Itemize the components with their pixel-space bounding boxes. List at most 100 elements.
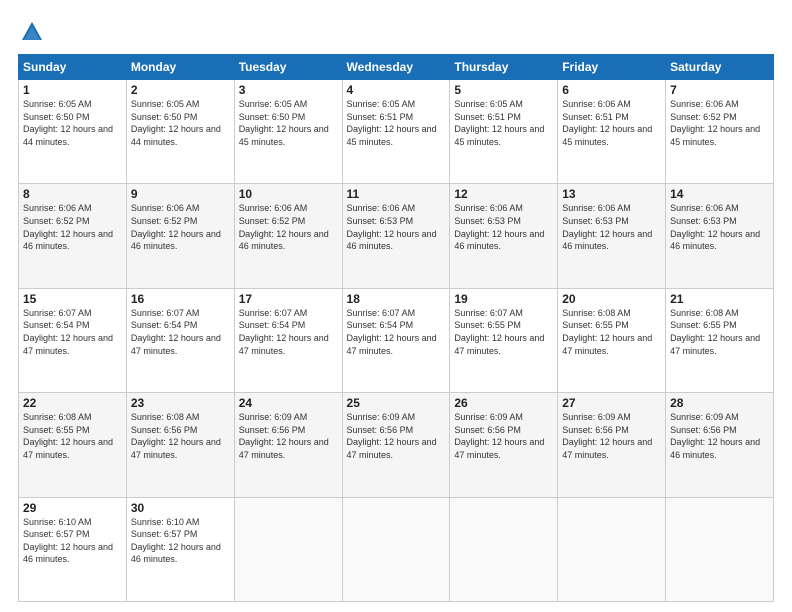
day-detail: Sunrise: 6:08 AMSunset: 6:55 PMDaylight:… <box>562 307 661 357</box>
day-number: 6 <box>562 83 661 97</box>
day-number: 5 <box>454 83 553 97</box>
header <box>18 18 774 46</box>
calendar-week-row: 15Sunrise: 6:07 AMSunset: 6:54 PMDayligh… <box>19 288 774 392</box>
calendar-cell <box>234 497 342 601</box>
day-detail: Sunrise: 6:05 AMSunset: 6:50 PMDaylight:… <box>239 98 338 148</box>
calendar-cell: 29Sunrise: 6:10 AMSunset: 6:57 PMDayligh… <box>19 497 127 601</box>
calendar-header-sunday: Sunday <box>19 55 127 80</box>
calendar-week-row: 1Sunrise: 6:05 AMSunset: 6:50 PMDaylight… <box>19 80 774 184</box>
logo <box>18 18 50 46</box>
calendar-cell: 13Sunrise: 6:06 AMSunset: 6:53 PMDayligh… <box>558 184 666 288</box>
calendar-cell: 1Sunrise: 6:05 AMSunset: 6:50 PMDaylight… <box>19 80 127 184</box>
calendar-cell: 26Sunrise: 6:09 AMSunset: 6:56 PMDayligh… <box>450 393 558 497</box>
day-number: 11 <box>347 187 446 201</box>
day-number: 28 <box>670 396 769 410</box>
calendar-header-thursday: Thursday <box>450 55 558 80</box>
calendar-cell: 9Sunrise: 6:06 AMSunset: 6:52 PMDaylight… <box>126 184 234 288</box>
day-number: 23 <box>131 396 230 410</box>
calendar-header-saturday: Saturday <box>666 55 774 80</box>
day-detail: Sunrise: 6:08 AMSunset: 6:55 PMDaylight:… <box>670 307 769 357</box>
day-detail: Sunrise: 6:05 AMSunset: 6:50 PMDaylight:… <box>131 98 230 148</box>
calendar-cell: 6Sunrise: 6:06 AMSunset: 6:51 PMDaylight… <box>558 80 666 184</box>
day-number: 10 <box>239 187 338 201</box>
calendar-cell <box>450 497 558 601</box>
page: SundayMondayTuesdayWednesdayThursdayFrid… <box>0 0 792 612</box>
calendar-cell: 16Sunrise: 6:07 AMSunset: 6:54 PMDayligh… <box>126 288 234 392</box>
calendar-week-row: 22Sunrise: 6:08 AMSunset: 6:55 PMDayligh… <box>19 393 774 497</box>
day-detail: Sunrise: 6:07 AMSunset: 6:54 PMDaylight:… <box>347 307 446 357</box>
calendar-header-friday: Friday <box>558 55 666 80</box>
day-number: 20 <box>562 292 661 306</box>
day-detail: Sunrise: 6:10 AMSunset: 6:57 PMDaylight:… <box>23 516 122 566</box>
day-number: 3 <box>239 83 338 97</box>
calendar-cell: 4Sunrise: 6:05 AMSunset: 6:51 PMDaylight… <box>342 80 450 184</box>
day-number: 21 <box>670 292 769 306</box>
day-number: 9 <box>131 187 230 201</box>
calendar-cell: 20Sunrise: 6:08 AMSunset: 6:55 PMDayligh… <box>558 288 666 392</box>
day-number: 14 <box>670 187 769 201</box>
calendar-cell: 12Sunrise: 6:06 AMSunset: 6:53 PMDayligh… <box>450 184 558 288</box>
calendar-cell: 7Sunrise: 6:06 AMSunset: 6:52 PMDaylight… <box>666 80 774 184</box>
day-detail: Sunrise: 6:06 AMSunset: 6:51 PMDaylight:… <box>562 98 661 148</box>
day-number: 30 <box>131 501 230 515</box>
day-detail: Sunrise: 6:07 AMSunset: 6:55 PMDaylight:… <box>454 307 553 357</box>
calendar-cell: 17Sunrise: 6:07 AMSunset: 6:54 PMDayligh… <box>234 288 342 392</box>
day-number: 16 <box>131 292 230 306</box>
calendar-week-row: 8Sunrise: 6:06 AMSunset: 6:52 PMDaylight… <box>19 184 774 288</box>
day-number: 18 <box>347 292 446 306</box>
day-number: 24 <box>239 396 338 410</box>
calendar-cell: 2Sunrise: 6:05 AMSunset: 6:50 PMDaylight… <box>126 80 234 184</box>
day-number: 17 <box>239 292 338 306</box>
calendar-header-monday: Monday <box>126 55 234 80</box>
calendar-cell: 11Sunrise: 6:06 AMSunset: 6:53 PMDayligh… <box>342 184 450 288</box>
calendar-cell: 15Sunrise: 6:07 AMSunset: 6:54 PMDayligh… <box>19 288 127 392</box>
day-number: 26 <box>454 396 553 410</box>
calendar-cell: 8Sunrise: 6:06 AMSunset: 6:52 PMDaylight… <box>19 184 127 288</box>
calendar-cell: 23Sunrise: 6:08 AMSunset: 6:56 PMDayligh… <box>126 393 234 497</box>
day-detail: Sunrise: 6:07 AMSunset: 6:54 PMDaylight:… <box>131 307 230 357</box>
day-detail: Sunrise: 6:06 AMSunset: 6:52 PMDaylight:… <box>670 98 769 148</box>
day-detail: Sunrise: 6:10 AMSunset: 6:57 PMDaylight:… <box>131 516 230 566</box>
day-detail: Sunrise: 6:09 AMSunset: 6:56 PMDaylight:… <box>454 411 553 461</box>
day-detail: Sunrise: 6:07 AMSunset: 6:54 PMDaylight:… <box>23 307 122 357</box>
calendar-cell: 22Sunrise: 6:08 AMSunset: 6:55 PMDayligh… <box>19 393 127 497</box>
logo-icon <box>18 18 46 46</box>
calendar-cell: 21Sunrise: 6:08 AMSunset: 6:55 PMDayligh… <box>666 288 774 392</box>
calendar-cell: 25Sunrise: 6:09 AMSunset: 6:56 PMDayligh… <box>342 393 450 497</box>
day-detail: Sunrise: 6:06 AMSunset: 6:53 PMDaylight:… <box>347 202 446 252</box>
calendar-cell: 30Sunrise: 6:10 AMSunset: 6:57 PMDayligh… <box>126 497 234 601</box>
day-detail: Sunrise: 6:08 AMSunset: 6:55 PMDaylight:… <box>23 411 122 461</box>
day-number: 2 <box>131 83 230 97</box>
calendar-header-row: SundayMondayTuesdayWednesdayThursdayFrid… <box>19 55 774 80</box>
day-detail: Sunrise: 6:06 AMSunset: 6:53 PMDaylight:… <box>562 202 661 252</box>
day-number: 13 <box>562 187 661 201</box>
calendar-cell: 24Sunrise: 6:09 AMSunset: 6:56 PMDayligh… <box>234 393 342 497</box>
day-number: 12 <box>454 187 553 201</box>
day-detail: Sunrise: 6:06 AMSunset: 6:52 PMDaylight:… <box>131 202 230 252</box>
day-detail: Sunrise: 6:06 AMSunset: 6:53 PMDaylight:… <box>670 202 769 252</box>
day-number: 15 <box>23 292 122 306</box>
day-detail: Sunrise: 6:05 AMSunset: 6:50 PMDaylight:… <box>23 98 122 148</box>
calendar-table: SundayMondayTuesdayWednesdayThursdayFrid… <box>18 54 774 602</box>
calendar-cell <box>558 497 666 601</box>
calendar-cell: 5Sunrise: 6:05 AMSunset: 6:51 PMDaylight… <box>450 80 558 184</box>
calendar-header-wednesday: Wednesday <box>342 55 450 80</box>
day-detail: Sunrise: 6:09 AMSunset: 6:56 PMDaylight:… <box>239 411 338 461</box>
calendar-cell: 27Sunrise: 6:09 AMSunset: 6:56 PMDayligh… <box>558 393 666 497</box>
calendar-cell: 28Sunrise: 6:09 AMSunset: 6:56 PMDayligh… <box>666 393 774 497</box>
calendar-cell: 19Sunrise: 6:07 AMSunset: 6:55 PMDayligh… <box>450 288 558 392</box>
day-number: 27 <box>562 396 661 410</box>
day-number: 29 <box>23 501 122 515</box>
calendar-cell: 3Sunrise: 6:05 AMSunset: 6:50 PMDaylight… <box>234 80 342 184</box>
calendar-cell <box>666 497 774 601</box>
calendar-cell: 18Sunrise: 6:07 AMSunset: 6:54 PMDayligh… <box>342 288 450 392</box>
day-detail: Sunrise: 6:06 AMSunset: 6:53 PMDaylight:… <box>454 202 553 252</box>
day-detail: Sunrise: 6:09 AMSunset: 6:56 PMDaylight:… <box>670 411 769 461</box>
day-number: 25 <box>347 396 446 410</box>
day-detail: Sunrise: 6:05 AMSunset: 6:51 PMDaylight:… <box>454 98 553 148</box>
day-number: 22 <box>23 396 122 410</box>
day-detail: Sunrise: 6:09 AMSunset: 6:56 PMDaylight:… <box>347 411 446 461</box>
calendar-cell: 14Sunrise: 6:06 AMSunset: 6:53 PMDayligh… <box>666 184 774 288</box>
day-number: 1 <box>23 83 122 97</box>
day-detail: Sunrise: 6:07 AMSunset: 6:54 PMDaylight:… <box>239 307 338 357</box>
